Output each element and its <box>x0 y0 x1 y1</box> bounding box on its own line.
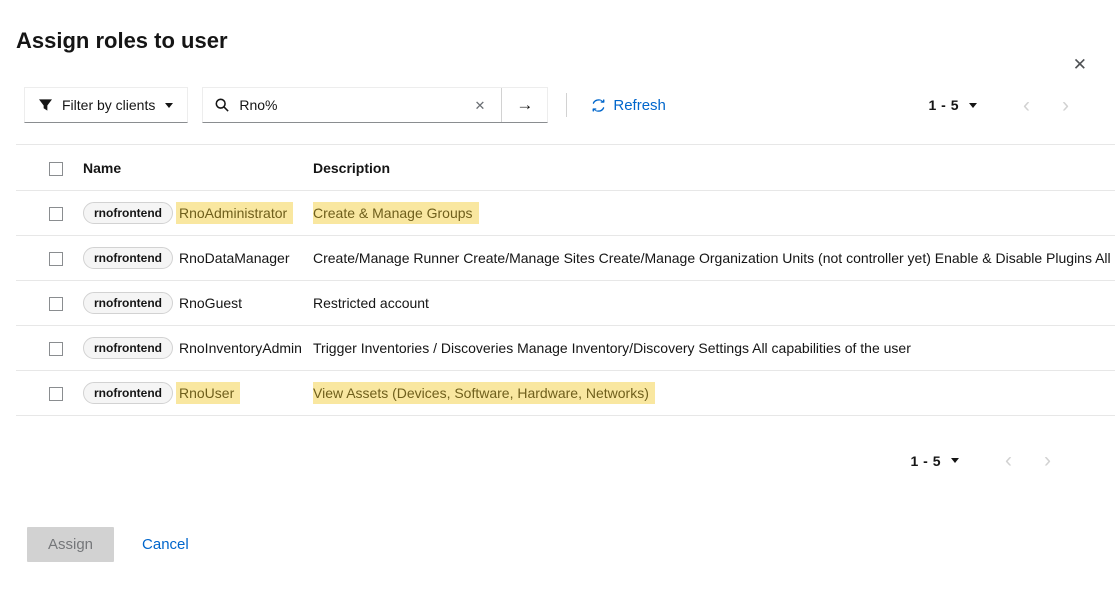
role-name: RnoInventoryAdmin <box>179 340 302 356</box>
pagination-range: 1 - 5 <box>928 97 959 113</box>
clear-search-icon[interactable]: ✕ <box>458 99 501 112</box>
search-input[interactable] <box>239 97 458 113</box>
column-header-description: Description <box>313 145 1115 191</box>
row-checkbox[interactable] <box>49 252 63 266</box>
table-row: rnofrontend RnoInventoryAdmin Trigger In… <box>16 326 1115 371</box>
toolbar-divider <box>566 93 567 117</box>
close-icon[interactable]: ✕ <box>1071 54 1089 75</box>
assign-roles-modal: Assign roles to user ✕ Filter by clients… <box>0 26 1115 562</box>
column-header-name: Name <box>83 145 313 191</box>
roles-table: Name Description rnofrontend RnoAdminist… <box>16 144 1115 416</box>
search-submit-arrow-icon[interactable]: → <box>501 88 547 122</box>
role-description: Restricted account <box>313 295 429 311</box>
client-badge: rnofrontend <box>83 337 173 359</box>
role-description: Create/Manage Runner Create/Manage Sites… <box>313 250 1111 266</box>
pagination-range-toggle[interactable]: 1 - 5 <box>910 453 959 469</box>
chevron-down-icon <box>165 103 173 108</box>
row-checkbox[interactable] <box>49 207 63 221</box>
chevron-down-icon <box>969 103 977 108</box>
client-badge: rnofrontend <box>83 292 173 314</box>
search-icon <box>215 98 229 112</box>
filter-icon <box>39 99 52 111</box>
next-page-button[interactable]: › <box>1062 95 1069 116</box>
cancel-button[interactable]: Cancel <box>142 536 189 553</box>
role-description: View Assets (Devices, Software, Hardware… <box>313 382 655 404</box>
client-badge: rnofrontend <box>83 382 173 404</box>
client-badge: rnofrontend <box>83 202 173 224</box>
row-checkbox[interactable] <box>49 297 63 311</box>
prev-page-button[interactable]: ‹ <box>1005 450 1012 471</box>
table-body: rnofrontend RnoAdministrator Create & Ma… <box>16 191 1115 416</box>
select-all-checkbox[interactable] <box>49 162 63 176</box>
role-description: Create & Manage Groups <box>313 202 479 224</box>
role-name: RnoAdministrator <box>176 202 293 224</box>
filter-by-clients-dropdown[interactable]: Filter by clients <box>24 87 188 123</box>
role-name: RnoGuest <box>179 295 242 311</box>
client-badge: rnofrontend <box>83 247 173 269</box>
table-row: rnofrontend RnoGuest Restricted account <box>16 281 1115 326</box>
role-name: RnoUser <box>176 382 240 404</box>
assign-button[interactable]: Assign <box>27 527 114 562</box>
filter-dropdown-label: Filter by clients <box>62 97 155 113</box>
pagination-top: 1 - 5 ‹ › <box>928 95 1069 116</box>
table-header-row: Name Description <box>16 145 1115 191</box>
refresh-label: Refresh <box>613 97 666 114</box>
page-title: Assign roles to user <box>16 26 1115 56</box>
table-row: rnofrontend RnoUser View Assets (Devices… <box>16 371 1115 416</box>
pagination-range: 1 - 5 <box>910 453 941 469</box>
pagination-bottom: 1 - 5 ‹ › <box>0 450 1051 471</box>
refresh-icon <box>591 98 606 113</box>
prev-page-button[interactable]: ‹ <box>1023 95 1030 116</box>
refresh-button[interactable]: Refresh <box>591 97 666 114</box>
next-page-button[interactable]: › <box>1044 450 1051 471</box>
row-checkbox[interactable] <box>49 387 63 401</box>
toolbar: Filter by clients ✕ → Refresh 1 - 5 ‹ › <box>24 86 1099 124</box>
row-checkbox[interactable] <box>49 342 63 356</box>
table-row: rnofrontend RnoAdministrator Create & Ma… <box>16 191 1115 236</box>
pagination-range-toggle[interactable]: 1 - 5 <box>928 97 977 113</box>
modal-footer: Assign Cancel <box>27 527 1115 562</box>
table-row: rnofrontend RnoDataManager Create/Manage… <box>16 236 1115 281</box>
role-description: Trigger Inventories / Discoveries Manage… <box>313 340 911 356</box>
chevron-down-icon <box>951 458 959 463</box>
role-name: RnoDataManager <box>179 250 290 266</box>
search-group: ✕ → <box>202 87 548 123</box>
